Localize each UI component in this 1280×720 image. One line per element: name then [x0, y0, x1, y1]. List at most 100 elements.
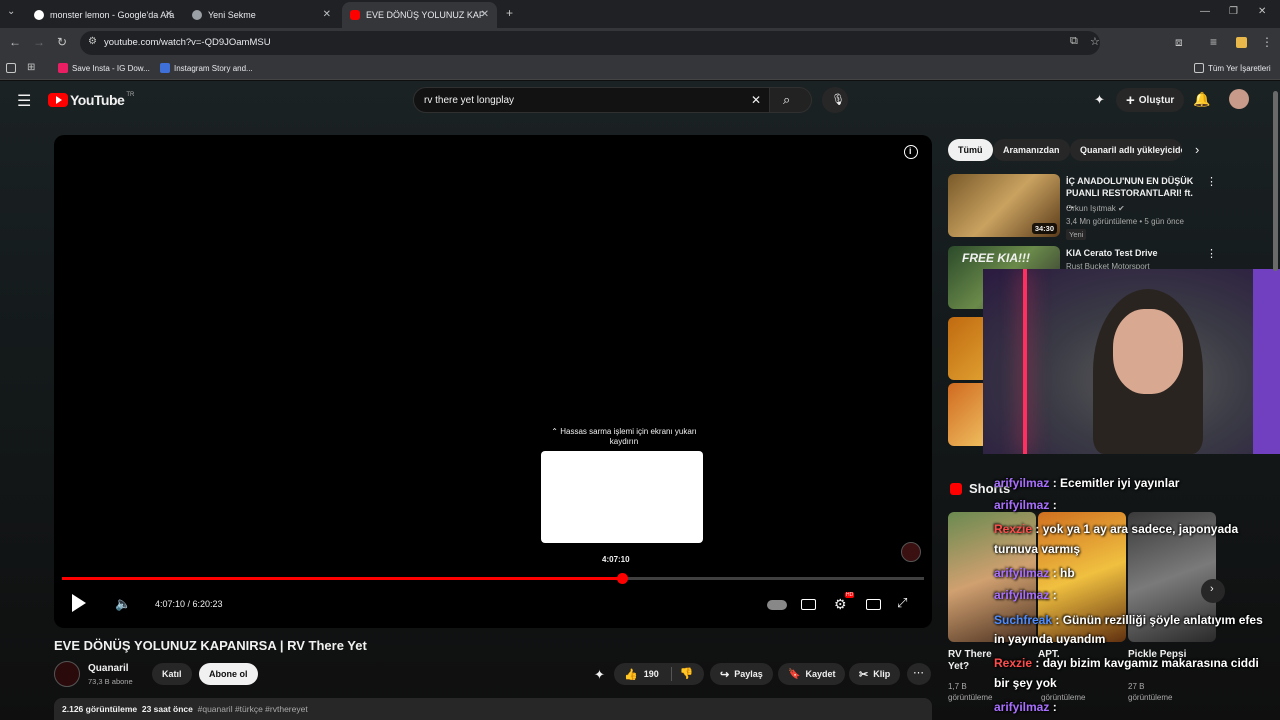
sparkle-icon[interactable]: ✦ — [594, 667, 605, 683]
create-label: Oluştur — [1138, 94, 1175, 106]
join-label: Katıl — [162, 669, 182, 679]
folder-icon — [1194, 63, 1204, 73]
close-window-icon[interactable]: ✕ — [1258, 6, 1266, 17]
chat-text: : dayı bizim kavgamız makarasına ciddi — [1032, 656, 1259, 670]
tab-search-icon[interactable]: ⌄ — [7, 6, 15, 17]
install-app-icon[interactable]: ⧉ — [1070, 35, 1078, 48]
chat-username: Rexzie — [994, 656, 1033, 670]
tab-new[interactable]: Yeni Sekme ✕ — [184, 2, 339, 28]
play-icon[interactable] — [72, 594, 86, 612]
page-scrollbar[interactable] — [1273, 91, 1278, 271]
extensions-icon[interactable]: ⧈ — [1175, 35, 1183, 50]
recommendation-stats: 3,4 Mn görüntüleme • 5 gün önce — [1066, 217, 1184, 226]
join-button[interactable]: Katıl — [152, 663, 192, 685]
info-icon[interactable]: i — [904, 145, 918, 159]
bookmark-save-insta[interactable]: Save Insta - IG Dow... — [58, 63, 150, 73]
site-info-icon[interactable]: ⚙ — [88, 36, 97, 47]
more-vertical-icon[interactable]: ⋮ — [1206, 175, 1217, 188]
bookmark-label: Save Insta - IG Dow... — [72, 63, 150, 73]
apps-grid-icon[interactable]: ⊞ — [27, 62, 35, 73]
chat-text: : — [1049, 498, 1057, 512]
chip-from-uploader[interactable]: Quanaril adlı yükleyiciden — [1070, 139, 1182, 161]
progress-bar[interactable] — [62, 573, 924, 584]
all-bookmarks[interactable]: Tüm Yer İşaretleri — [1194, 63, 1271, 73]
fullscreen-icon[interactable]: ⤢ — [897, 595, 907, 611]
chip-from-search[interactable]: Aramanızdan — [993, 139, 1070, 161]
settings-gear-icon[interactable]: ⚙ — [834, 596, 847, 613]
hamburger-menu-icon[interactable]: ☰ — [17, 91, 31, 111]
hd-badge: HD — [845, 592, 855, 598]
bookmark-icon: 🔖 — [788, 668, 801, 680]
video-thumbnail[interactable] — [948, 383, 988, 446]
menu-kebab-icon[interactable]: ⋮ — [1261, 35, 1273, 49]
search-input[interactable]: rv there yet longplay ✕ — [413, 87, 770, 113]
volume-icon[interactable]: 🔈 — [115, 596, 131, 612]
close-tab-icon[interactable]: ✕ — [323, 9, 331, 20]
youtube-logo[interactable]: YouTube TR — [48, 92, 134, 108]
recommendation-title[interactable]: KIA Cerato Test Drive — [1066, 247, 1202, 259]
chevron-right-icon[interactable]: › — [1195, 142, 1199, 157]
tab-google[interactable]: monster lemon - Google'da Ara ✕ — [26, 2, 181, 28]
subtitles-icon[interactable] — [801, 599, 816, 610]
close-tab-icon[interactable]: ✕ — [165, 9, 173, 20]
share-button[interactable]: ↪ Paylaş — [710, 663, 773, 685]
video-thumbnail[interactable]: 34:30 — [948, 174, 1060, 237]
short-title[interactable]: RV There Yet? — [948, 649, 998, 673]
chat-message: in yayında uyandım — [994, 632, 1105, 646]
time-display: 4:07:10 / 6:20:23 — [155, 599, 223, 609]
reading-list-icon[interactable]: ≡ — [1210, 35, 1217, 49]
autoplay-toggle[interactable] — [767, 600, 787, 610]
restore-icon[interactable]: ❐ — [1229, 6, 1238, 17]
bookmark-instagram-story[interactable]: Instagram Story and... — [160, 63, 253, 73]
thumbs-down-icon[interactable]: 👎 — [670, 667, 693, 681]
notifications-bell-icon[interactable]: 🔔 — [1193, 91, 1210, 108]
chat-message: arifyilmaz : hb — [994, 566, 1075, 580]
description-box[interactable]: 2.126 görüntüleme 23 saat önce #quanaril… — [54, 698, 932, 720]
streamer-face — [1113, 309, 1183, 394]
create-button[interactable]: + Oluştur — [1116, 88, 1185, 112]
upload-age: 23 saat önce — [141, 704, 193, 714]
progress-fill — [62, 577, 623, 580]
back-icon[interactable]: ← — [9, 35, 21, 49]
extension-icon[interactable] — [1236, 37, 1247, 48]
share-label: Paylaş — [734, 669, 763, 679]
more-actions-button[interactable]: ⋯ — [907, 663, 931, 685]
theater-mode-icon[interactable] — [866, 599, 881, 610]
video-player[interactable]: i ⌃ Hassas sarma işlemi için ekranı yuka… — [54, 135, 932, 628]
video-thumbnail[interactable] — [948, 317, 988, 380]
share-icon: ↪ — [720, 668, 730, 681]
chip-all[interactable]: Tümü — [948, 139, 993, 161]
channel-watermark[interactable] — [901, 542, 921, 562]
recommendation-channel[interactable]: Orkun Işıtmak ✔ — [1066, 203, 1125, 214]
channel-avatar[interactable] — [54, 661, 80, 687]
subscribe-button[interactable]: Abone ol — [199, 663, 258, 685]
tab-youtube[interactable]: EVE DÖNÜŞ YOLUNUZ KAPANIRSA ✕ — [342, 2, 497, 28]
tooltip-text: Hassas sarma işlemi için ekranı yukarı k… — [560, 427, 697, 446]
clear-search-icon[interactable]: ✕ — [751, 93, 761, 107]
sparkle-icon[interactable]: ✦ — [1094, 92, 1105, 108]
more-vertical-icon[interactable]: ⋮ — [1206, 247, 1217, 260]
save-label: Kaydet — [805, 669, 836, 679]
tab-groups-icon[interactable] — [6, 63, 16, 73]
bookmark-star-icon[interactable]: ☆ — [1090, 35, 1100, 48]
new-tab-icon[interactable]: + — [506, 6, 513, 20]
save-button[interactable]: 🔖 Kaydet — [778, 663, 846, 685]
scrubber-handle[interactable] — [617, 573, 629, 584]
reload-icon[interactable]: ↻ — [57, 35, 67, 49]
address-field[interactable]: ⚙ youtube.com/watch?v=-QD9JOamMSU ⧉ ☆ — [80, 31, 1100, 55]
forward-icon[interactable]: → — [33, 35, 45, 49]
bookmark-favicon-icon — [58, 63, 68, 73]
close-tab-icon[interactable]: ✕ — [481, 9, 489, 20]
voice-search-button[interactable]: 🎙 — [822, 87, 848, 113]
clip-button[interactable]: ✂ Klip — [849, 663, 901, 685]
avatar[interactable] — [1229, 89, 1249, 109]
browser-tab-bar: ⌄ monster lemon - Google'da Ara ✕ Yeni S… — [0, 0, 1280, 28]
search-button[interactable]: ⌕ — [770, 87, 812, 113]
chat-username: arifyilmaz — [994, 700, 1050, 714]
chat-text: : Günün rezilliği şöyle anlatıyım efes — [1052, 613, 1263, 627]
clip-label: Klip — [873, 669, 891, 679]
minimize-icon[interactable]: — — [1200, 6, 1210, 17]
google-favicon-icon — [34, 10, 44, 20]
like-button[interactable]: 👍 190 👎 — [614, 663, 704, 685]
channel-name[interactable]: Quanaril — [88, 663, 129, 674]
